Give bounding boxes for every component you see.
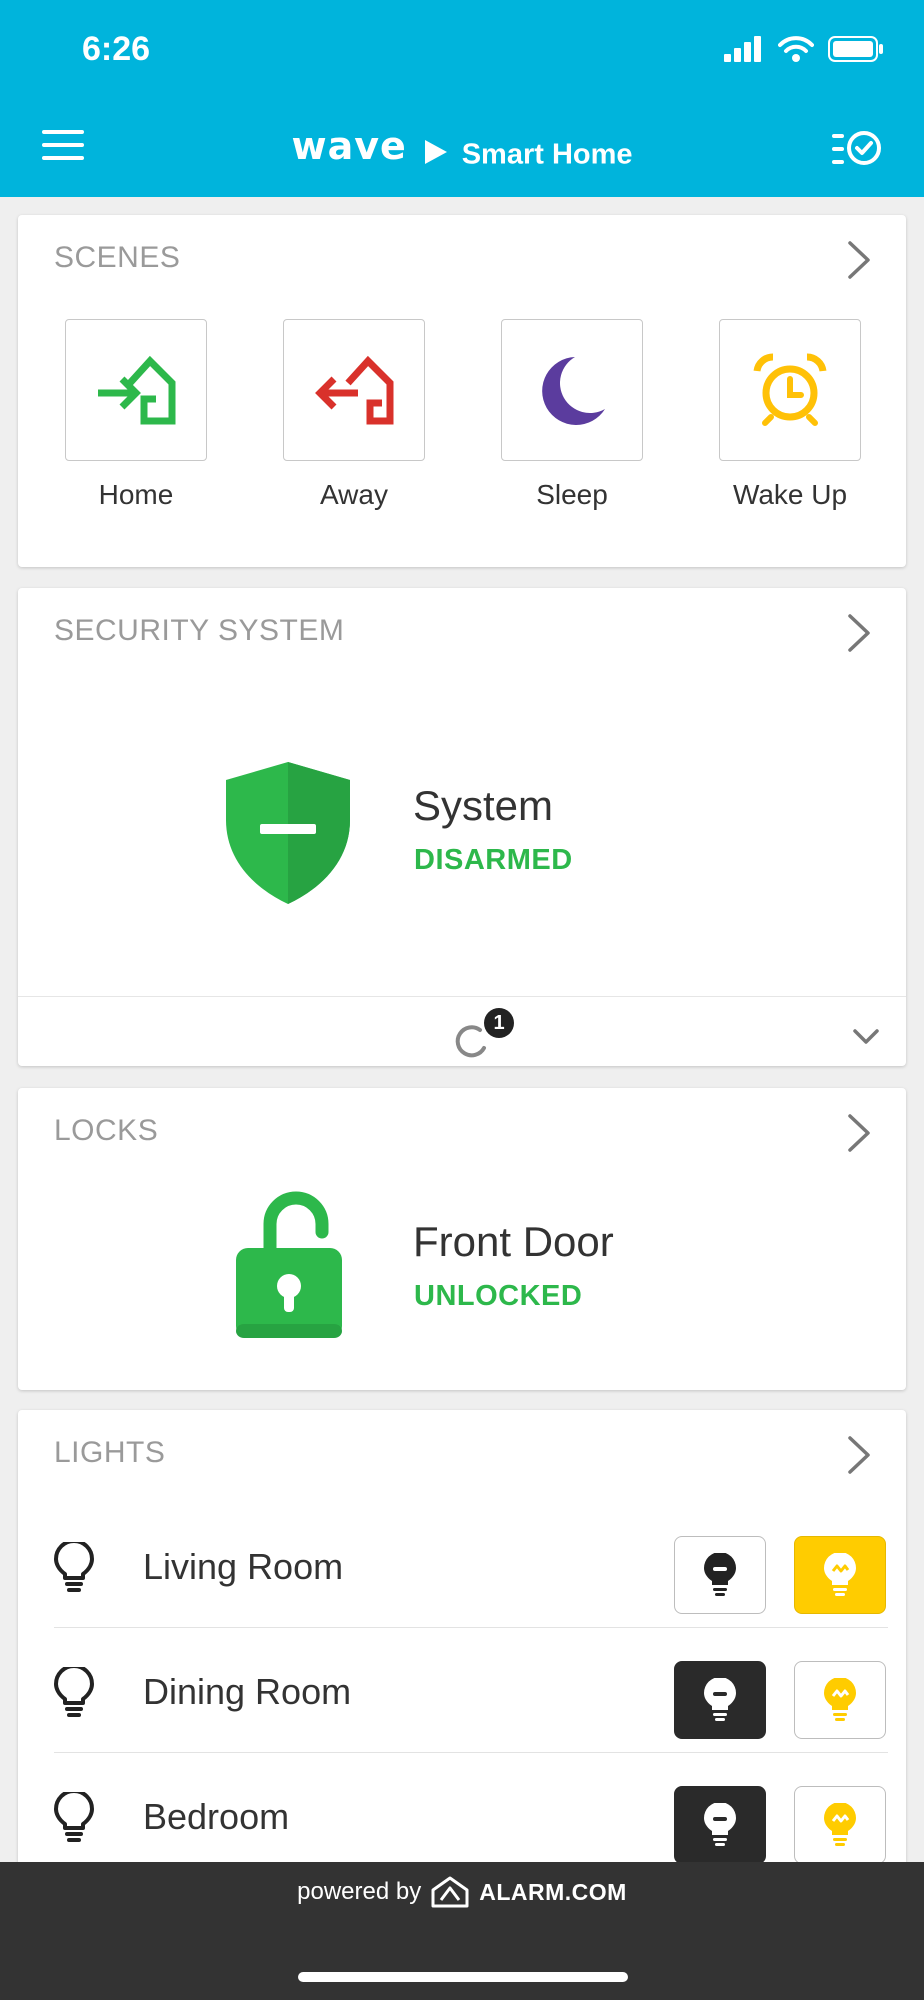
locks-title: LOCKS <box>54 1114 159 1147</box>
chevron-right-icon[interactable] <box>846 612 872 654</box>
lightbulb-off-icon <box>704 1553 736 1596</box>
light-row-living-room: Living Room <box>54 1504 888 1628</box>
light-on-button[interactable] <box>794 1661 886 1739</box>
scene-wake-up[interactable]: Wake Up <box>719 319 861 511</box>
scene-wake-up-label: Wake Up <box>732 479 848 510</box>
chevron-down-icon[interactable] <box>852 1028 880 1046</box>
lightbulb-off-icon <box>704 1678 736 1721</box>
scene-away-button[interactable] <box>283 319 425 461</box>
shield-disarmed-icon[interactable] <box>224 760 352 906</box>
security-title: SECURITY SYSTEM <box>54 614 345 647</box>
light-name: Bedroom <box>143 1796 290 1837</box>
light-name: Living Room <box>143 1546 344 1587</box>
light-row-bedroom: Bedroom <box>54 1754 888 1878</box>
lock-device-name: Front Door <box>413 1218 614 1265</box>
divider <box>18 996 906 997</box>
scene-sleep-button[interactable] <box>501 319 643 461</box>
scene-home-button[interactable] <box>65 319 207 461</box>
status-icons <box>724 36 884 62</box>
lightbulb-outline-icon <box>54 1792 94 1842</box>
provider-name: ALARM.COM <box>479 1878 627 1905</box>
powered-by: powered by ALARM.COM <box>0 1876 924 1908</box>
security-status: DISARMED <box>414 844 573 876</box>
light-off-button[interactable] <box>674 1661 766 1739</box>
play-triangle-icon <box>425 139 448 164</box>
scene-sleep-label: Sleep <box>536 479 608 510</box>
scene-away[interactable]: Away <box>283 319 425 511</box>
lightbulb-on-icon <box>824 1803 856 1846</box>
moon-icon <box>542 357 605 425</box>
light-row-dining-room: Dining Room <box>54 1629 888 1753</box>
lock-status: UNLOCKED <box>414 1280 583 1312</box>
scene-wake-up-button[interactable] <box>719 319 861 461</box>
lightbulb-outline-icon <box>54 1667 94 1717</box>
chevron-right-icon[interactable] <box>846 1434 872 1476</box>
light-on-button[interactable] <box>794 1786 886 1864</box>
app-header: 6:26 wave Smart Home <box>0 0 924 197</box>
battery-icon <box>828 36 883 62</box>
lightbulb-off-icon <box>704 1803 736 1846</box>
alarm-clock-icon <box>753 353 827 426</box>
cellular-signal-icon <box>724 36 761 62</box>
pending-sync[interactable]: 1 <box>450 1008 520 1064</box>
home-indicator[interactable] <box>298 1972 628 1982</box>
chevron-right-icon[interactable] <box>846 239 872 281</box>
chevron-right-icon[interactable] <box>846 1112 872 1154</box>
light-off-button[interactable] <box>674 1786 766 1864</box>
brand-wave: wave <box>291 124 407 168</box>
scenes-card: SCENES Home Away Sleep Wake Up <box>18 215 906 567</box>
footer-bar: powered by ALARM.COM <box>0 1862 924 2000</box>
scene-sleep[interactable]: Sleep <box>501 319 643 511</box>
security-device-name: System <box>413 782 554 829</box>
security-card: SECURITY SYSTEM System DISARMED 1 <box>18 588 906 1066</box>
scene-home-label: Home <box>98 479 174 510</box>
brand-name: Smart Home <box>461 138 633 171</box>
task-list-check-icon[interactable] <box>832 126 882 172</box>
unlocked-padlock-icon[interactable] <box>234 1188 344 1342</box>
light-name: Dining Room <box>143 1671 352 1712</box>
scene-home[interactable]: Home <box>65 319 207 511</box>
light-off-button[interactable] <box>674 1536 766 1614</box>
home-arrive-icon <box>98 355 176 425</box>
wifi-icon <box>778 36 814 62</box>
status-time: 6:26 <box>82 30 151 68</box>
lightbulb-outline-icon <box>54 1542 94 1592</box>
scene-away-label: Away <box>320 479 388 510</box>
lights-card: LIGHTS Living Room Dining Room Bedroom <box>18 1410 906 1880</box>
divider <box>54 1752 888 1753</box>
divider <box>54 1627 888 1628</box>
light-on-button[interactable] <box>794 1536 886 1614</box>
lightbulb-on-icon <box>824 1678 856 1721</box>
alarm-com-logo-icon <box>431 1876 469 1908</box>
lightbulb-on-icon <box>824 1553 856 1596</box>
pending-count-badge: 1 <box>484 1008 514 1038</box>
scenes-title: SCENES <box>54 241 181 274</box>
locks-card: LOCKS Front Door UNLOCKED <box>18 1088 906 1390</box>
powered-by-label: powered by <box>297 1878 422 1905</box>
home-leave-icon <box>315 355 394 425</box>
brand-logo: wave Smart Home <box>0 124 924 172</box>
lights-title: LIGHTS <box>54 1436 166 1469</box>
